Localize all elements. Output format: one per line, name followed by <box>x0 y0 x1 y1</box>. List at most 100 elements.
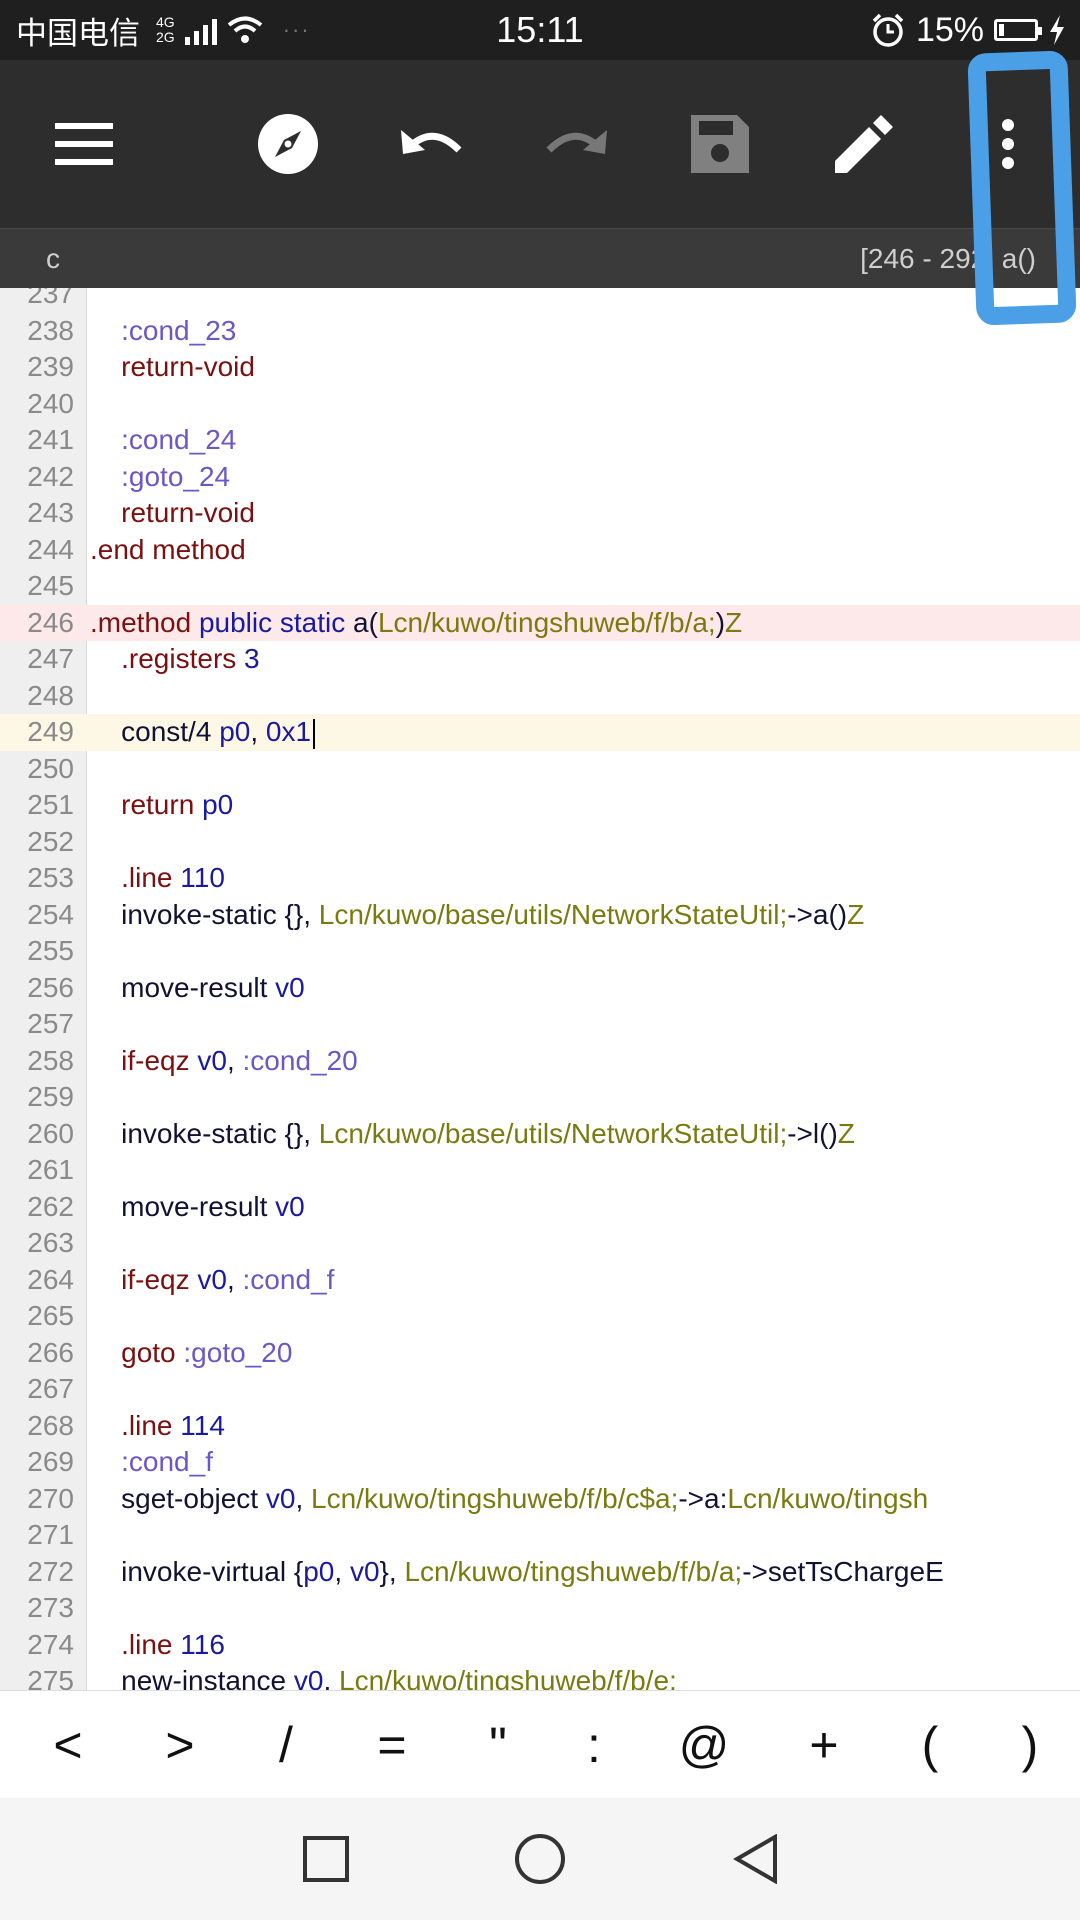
symbol-key[interactable]: " <box>458 1691 538 1799</box>
code-text: .end method <box>90 532 246 569</box>
code-line[interactable]: 274 .line 116 <box>0 1627 1080 1664</box>
code-line[interactable]: 237 <box>0 288 1080 313</box>
navigate-button[interactable] <box>238 60 338 228</box>
save-button[interactable] <box>670 60 770 228</box>
annotation-highlight <box>967 50 1077 326</box>
code-token: ->setTsChargeE <box>742 1555 944 1587</box>
code-line[interactable]: 249 const/4 p0, 0x1 <box>0 714 1080 751</box>
code-token: p0 <box>303 1555 335 1587</box>
recents-button[interactable] <box>266 1798 386 1920</box>
edit-button[interactable] <box>814 60 914 228</box>
symbol-key[interactable]: / <box>246 1691 326 1799</box>
symbol-key[interactable]: < <box>28 1691 108 1799</box>
line-number: 275 <box>27 1665 74 1690</box>
symbol-key[interactable]: ( <box>890 1691 970 1799</box>
code-token: .registers <box>121 643 237 674</box>
code-token: 116 <box>180 1628 225 1660</box>
symbol-key[interactable]: > <box>140 1691 220 1799</box>
code-token: a( <box>353 606 378 638</box>
code-line[interactable]: 273 <box>0 1590 1080 1627</box>
code-line[interactable]: 238 :cond_23 <box>0 313 1080 350</box>
undo-button[interactable] <box>382 60 482 228</box>
code-text: :cond_f <box>90 1444 213 1481</box>
code-line[interactable]: 261 <box>0 1152 1080 1189</box>
code-text: if-eqz v0, :cond_20 <box>90 1043 358 1080</box>
code-editor[interactable]: 237 238 :cond_23 239 return-void 240 241 :co… <box>0 288 1080 1690</box>
code-line[interactable]: 256 move-result v0 <box>0 970 1080 1007</box>
line-number: 266 <box>27 1336 74 1368</box>
code-token: 110 <box>180 862 225 893</box>
symbol-key[interactable]: @ <box>664 1691 744 1799</box>
code-token: ->l() <box>787 1117 838 1149</box>
line-number: 248 <box>27 679 74 711</box>
line-number: 271 <box>27 1519 74 1550</box>
code-line[interactable]: 259 <box>0 1079 1080 1116</box>
code-text: move-result v0 <box>90 970 305 1007</box>
code-line[interactable]: 246 .method public static a(Lcn/kuwo/ting… <box>0 604 1080 641</box>
code-line[interactable]: 247 .registers 3 <box>0 641 1080 678</box>
code-token: goto <box>121 1336 184 1368</box>
line-number: 250 <box>27 752 74 784</box>
code-line[interactable]: 257 <box>0 1006 1080 1043</box>
code-token: {}, <box>284 1117 319 1149</box>
menu-button[interactable] <box>34 60 134 228</box>
system-nav-bar <box>0 1798 1080 1920</box>
symbol-key[interactable]: ) <box>990 1691 1070 1799</box>
symbol-key[interactable]: : <box>554 1691 634 1799</box>
code-line[interactable]: 270 sget-object v0, Lcn/kuwo/tingshuweb/… <box>0 1481 1080 1518</box>
code-token: :goto_24 <box>121 460 231 492</box>
code-line[interactable]: 239 return-void <box>0 349 1080 386</box>
code-token: invoke-static <box>121 1117 285 1149</box>
code-token: .line <box>121 1628 181 1660</box>
file-info-bar: c [246 - 292] a() <box>0 228 1080 289</box>
code-token: v0 <box>197 1263 227 1295</box>
code-token: Lcn/kuwo/base/utils/NetworkStateUtil; <box>318 1117 788 1149</box>
line-number: 255 <box>27 935 74 966</box>
code-line[interactable]: 254 invoke-static {}, Lcn/kuwo/base/util… <box>0 897 1080 934</box>
code-line[interactable]: 275 new-instance v0, Lcn/kuwo/tingshuweb… <box>0 1663 1080 1690</box>
code-line[interactable]: 267 <box>0 1371 1080 1408</box>
code-token: new-instance <box>121 1665 294 1690</box>
line-number: 244 <box>27 533 74 565</box>
code-line[interactable]: 263 <box>0 1225 1080 1262</box>
code-line[interactable]: 262 move-result v0 <box>0 1189 1080 1226</box>
code-line[interactable]: 252 <box>0 824 1080 861</box>
code-line[interactable]: 244 .end method <box>0 532 1080 569</box>
code-token: , <box>226 1263 243 1295</box>
code-line[interactable]: 264 if-eqz v0, :cond_f <box>0 1262 1080 1299</box>
code-line[interactable]: 250 <box>0 751 1080 788</box>
code-line[interactable]: 240 <box>0 386 1080 423</box>
code-line[interactable]: 260 invoke-static {}, Lcn/kuwo/base/util… <box>0 1116 1080 1153</box>
code-line[interactable]: 255 <box>0 933 1080 970</box>
code-line[interactable]: 271 <box>0 1517 1080 1554</box>
symbol-key[interactable]: = <box>352 1691 432 1799</box>
code-line[interactable]: 245 <box>0 568 1080 605</box>
code-line[interactable]: 242 :goto_24 <box>0 459 1080 496</box>
code-line[interactable]: 251 return p0 <box>0 787 1080 824</box>
code-line[interactable]: 272 invoke-virtual {p0, v0}, Lcn/kuwo/ti… <box>0 1554 1080 1591</box>
code-line[interactable]: 268 .line 114 <box>0 1408 1080 1445</box>
code-token: p0 <box>219 716 251 747</box>
code-line[interactable]: 266 goto :goto_20 <box>0 1335 1080 1372</box>
code-line[interactable]: 243 return-void <box>0 495 1080 532</box>
symbol-key[interactable]: + <box>784 1691 864 1799</box>
line-number: 238 <box>27 314 74 346</box>
battery-fill <box>999 24 1004 36</box>
home-button[interactable] <box>480 1798 600 1920</box>
code-line[interactable]: 248 <box>0 678 1080 715</box>
code-token: public static <box>191 606 354 638</box>
code-text: .line 116 <box>90 1627 225 1664</box>
code-line[interactable]: 241 :cond_24 <box>0 422 1080 459</box>
code-token: , <box>250 716 266 747</box>
back-button[interactable] <box>696 1798 816 1920</box>
code-line[interactable]: 269 :cond_f <box>0 1444 1080 1481</box>
line-number: 241 <box>27 424 74 455</box>
line-number: 246 <box>27 606 74 638</box>
code-line[interactable]: 265 <box>0 1298 1080 1335</box>
code-line[interactable]: 253 .line 110 <box>0 860 1080 897</box>
code-line[interactable]: 258 if-eqz v0, :cond_20 <box>0 1043 1080 1080</box>
redo-button[interactable] <box>526 60 626 228</box>
